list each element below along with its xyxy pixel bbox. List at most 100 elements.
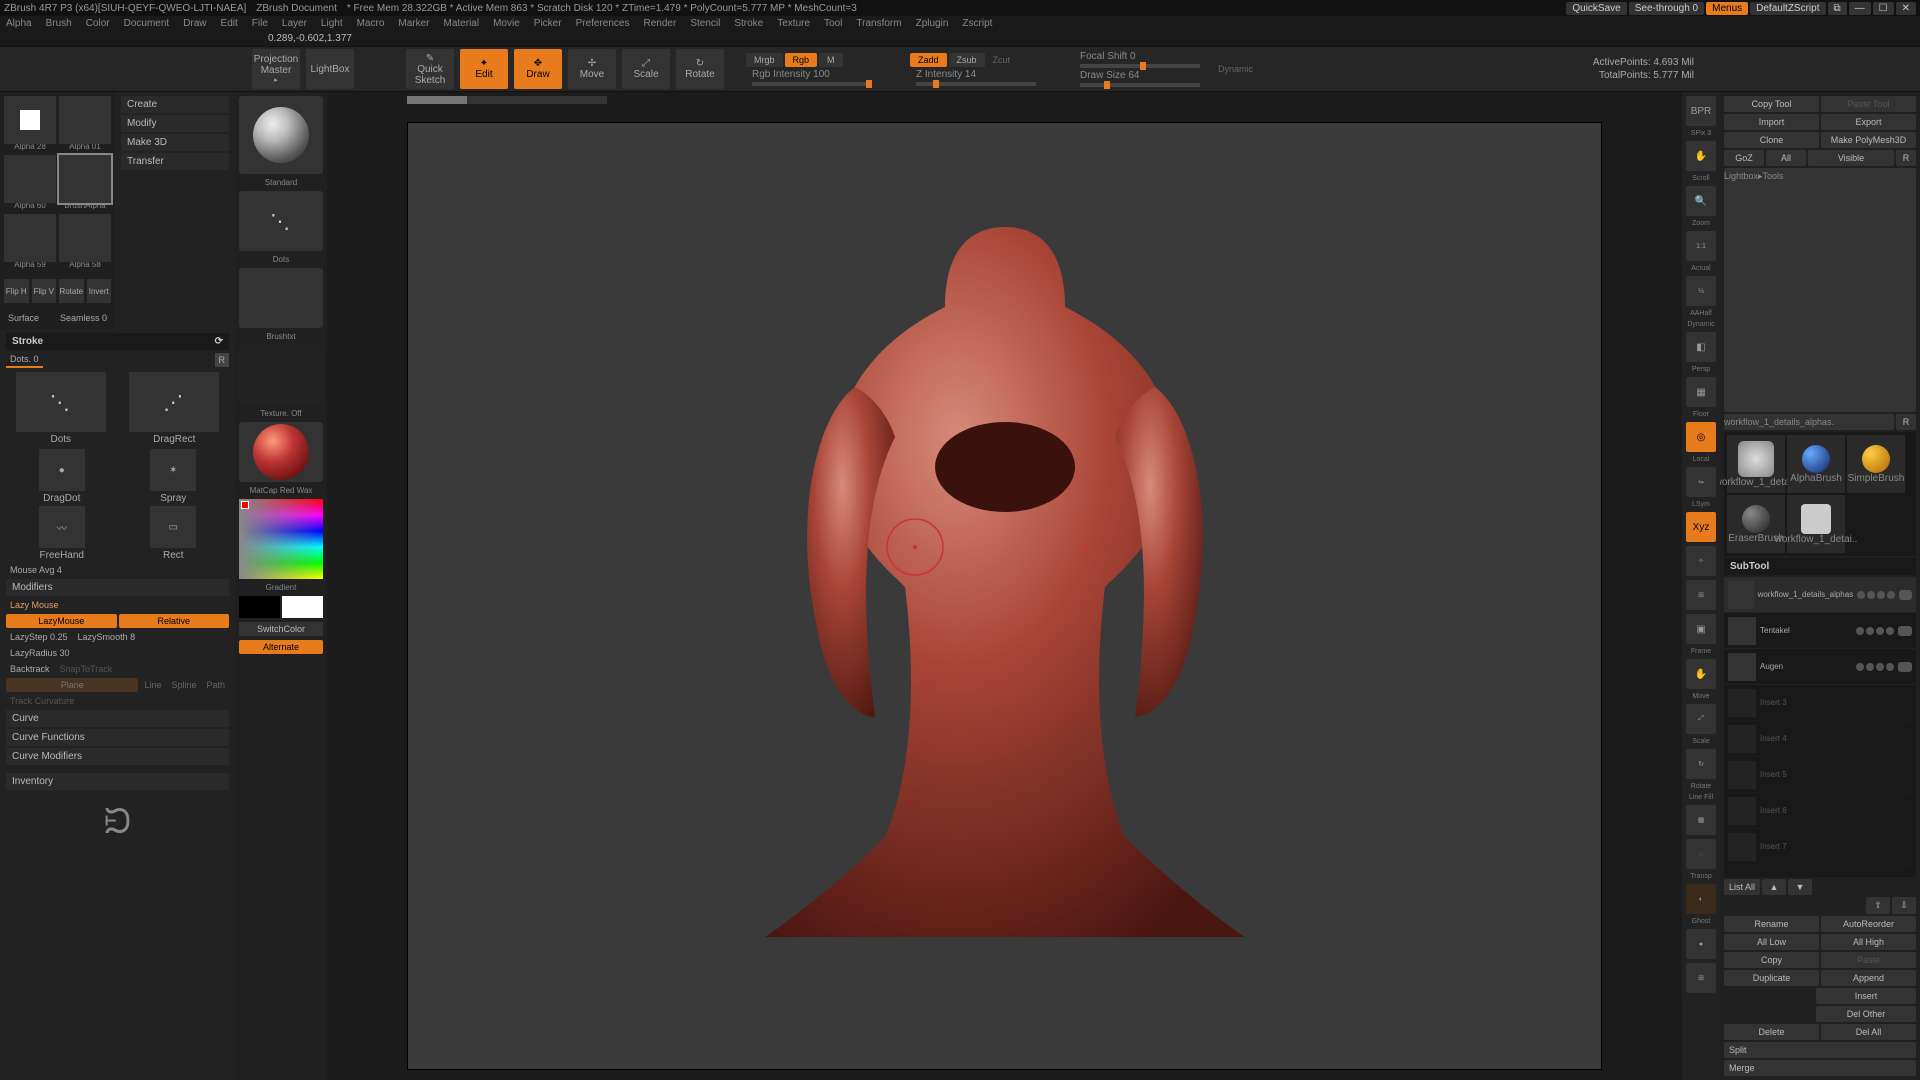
scroll-button[interactable]: ✋ (1686, 141, 1716, 171)
make-polymesh-button[interactable]: Make PolyMesh3D (1821, 132, 1916, 148)
spline-button[interactable]: Spline (167, 678, 200, 692)
goz-visible-button[interactable]: Visible (1808, 150, 1894, 166)
quick-sketch-button[interactable]: ✎Quick Sketch (406, 49, 454, 89)
r-button[interactable]: R (1896, 150, 1916, 166)
move-up-icon[interactable]: ⇧ (1866, 897, 1890, 914)
floor-button[interactable]: ▦ (1686, 377, 1716, 407)
canvas-scroll[interactable] (407, 96, 607, 104)
relative-toggle[interactable]: Relative (119, 614, 230, 628)
zsub-button[interactable]: Zsub (949, 53, 985, 67)
subtool-row[interactable]: Insert 7 (1724, 829, 1916, 865)
stroke-rect-thumb[interactable]: ▭ (150, 506, 196, 548)
alpha-thumb[interactable] (4, 155, 56, 203)
delete-button[interactable]: Delete (1724, 1024, 1819, 1040)
subtool-row[interactable]: workflow_1_details_alphas (1724, 577, 1916, 613)
list-all-button[interactable]: List All (1724, 879, 1760, 895)
default-zscript-button[interactable]: DefaultZScript (1750, 2, 1825, 15)
export-button[interactable]: Export (1821, 114, 1916, 130)
scale-view-button[interactable]: ⤢ (1686, 704, 1716, 734)
alpha-thumb[interactable] (4, 214, 56, 262)
quicksave-button[interactable]: QuickSave (1566, 2, 1626, 15)
copy-button[interactable]: Copy (1724, 952, 1819, 968)
seamless-slider[interactable]: Seamless 0 (56, 311, 111, 325)
line-button[interactable]: Line (140, 678, 165, 692)
subtool-row[interactable]: Insert 5 (1724, 757, 1916, 793)
all-high-button[interactable]: All High (1821, 934, 1916, 950)
ghost-button[interactable]: ◐ (1686, 884, 1716, 914)
paste-button[interactable]: Paste (1821, 952, 1916, 968)
arrow-up-icon[interactable]: ▲ (1762, 879, 1786, 895)
canvas-area[interactable] (327, 92, 1682, 1080)
local-button[interactable]: ◎ (1686, 422, 1716, 452)
import-button[interactable]: Import (1724, 114, 1819, 130)
lazyradius-slider[interactable]: LazyRadius 30 (6, 646, 229, 660)
maximize-icon[interactable]: ☐ (1873, 2, 1894, 15)
projection-master-button[interactable]: Projection Master▸ (252, 49, 300, 89)
stroke-section-header[interactable]: Stroke ⟳ (6, 333, 229, 350)
stroke-dragrect-thumb[interactable]: ⋰ (129, 372, 219, 432)
flip-h-button[interactable]: Flip H (4, 279, 29, 303)
center-button[interactable]: ✧ (1686, 546, 1716, 576)
focal-shift-slider[interactable]: Focal Shift 0 (1080, 51, 1200, 62)
lightbox-button[interactable]: LightBox (306, 49, 354, 89)
tool-thumb[interactable]: SimpleBrush (1847, 435, 1905, 493)
minimize-icon[interactable]: — (1849, 2, 1871, 15)
modifiers-header[interactable]: Modifiers (6, 579, 229, 596)
menu-light[interactable]: Light (321, 18, 343, 29)
lazy-mouse-header[interactable]: Lazy Mouse (6, 598, 229, 612)
texture-preview[interactable] (239, 345, 323, 405)
draw-size-slider[interactable]: Draw Size 64 (1080, 70, 1200, 81)
menu-transform[interactable]: Transform (856, 18, 901, 29)
alternate-button[interactable]: Alternate (239, 640, 323, 654)
menu-tool[interactable]: Tool (824, 18, 842, 29)
rename-button[interactable]: Rename (1724, 916, 1819, 932)
del-all-button[interactable]: Del All (1821, 1024, 1916, 1040)
window-icon[interactable]: ⧉ (1828, 2, 1847, 15)
curve-functions-item[interactable]: Curve Functions (6, 729, 229, 746)
paste-tool-button[interactable]: Paste Tool (1821, 96, 1916, 112)
menu-draw[interactable]: Draw (183, 18, 206, 29)
create-item[interactable]: Create (121, 96, 229, 113)
menu-zplugin[interactable]: Zplugin (916, 18, 949, 29)
clone-button[interactable]: Clone (1724, 132, 1819, 148)
stroke-preview[interactable]: ⋱ (239, 191, 323, 251)
persp-button[interactable]: ◧ (1686, 332, 1716, 362)
aahalf-button[interactable]: ½ (1686, 276, 1716, 306)
subtool-row[interactable]: Insert 6 (1724, 793, 1916, 829)
menu-color[interactable]: Color (86, 18, 110, 29)
flip-v-button[interactable]: Flip V (32, 279, 57, 303)
modify-item[interactable]: Modify (121, 115, 229, 132)
polyf-button[interactable]: ⊞ (1686, 963, 1716, 993)
menus-button[interactable]: Menus (1706, 2, 1748, 15)
subtool-header[interactable]: SubTool (1724, 558, 1916, 575)
stroke-freehand-thumb[interactable]: 〰 (39, 506, 85, 548)
goz-button[interactable]: GoZ (1724, 150, 1764, 166)
r-button-2[interactable]: R (1896, 414, 1916, 430)
del-other-button[interactable]: Del Other (1816, 1006, 1916, 1022)
solo-button[interactable]: ● (1686, 929, 1716, 959)
menu-marker[interactable]: Marker (398, 18, 429, 29)
rotate-view-button[interactable]: ↻ (1686, 749, 1716, 779)
menu-stroke[interactable]: Stroke (734, 18, 763, 29)
lazymouse-toggle[interactable]: LazyMouse (6, 614, 117, 628)
tool-thumb[interactable]: workflow_1_detai.. (1727, 435, 1785, 493)
dynamic-toggle[interactable]: Dynamic (1212, 62, 1259, 76)
scale-button[interactable]: ⤢Scale (622, 49, 670, 89)
fit-button[interactable]: ⊞ (1686, 580, 1716, 610)
refresh-icon[interactable]: ⟳ (215, 336, 223, 347)
split-button[interactable]: Split (1724, 1042, 1916, 1058)
inventory-item[interactable]: Inventory (6, 773, 229, 790)
path-button[interactable]: Path (202, 678, 229, 692)
mouse-avg-slider[interactable]: Mouse Avg 4 (6, 563, 229, 577)
backtrack-label[interactable]: Backtrack (6, 662, 54, 676)
append-button[interactable]: Append (1821, 970, 1916, 986)
alpha-thumb[interactable] (59, 96, 111, 144)
menu-picker[interactable]: Picker (534, 18, 562, 29)
tool-thumb[interactable]: workflow_1_detai.. (1787, 495, 1845, 553)
xyz-button[interactable]: Xyz (1686, 512, 1716, 542)
eye-icon[interactable] (1899, 590, 1912, 600)
viewport[interactable] (407, 122, 1602, 1070)
lazysmooth-slider[interactable]: LazySmooth 8 (74, 630, 140, 644)
actual-button[interactable]: 1:1 (1686, 231, 1716, 261)
tool-thumb[interactable]: AlphaBrush (1787, 435, 1845, 493)
